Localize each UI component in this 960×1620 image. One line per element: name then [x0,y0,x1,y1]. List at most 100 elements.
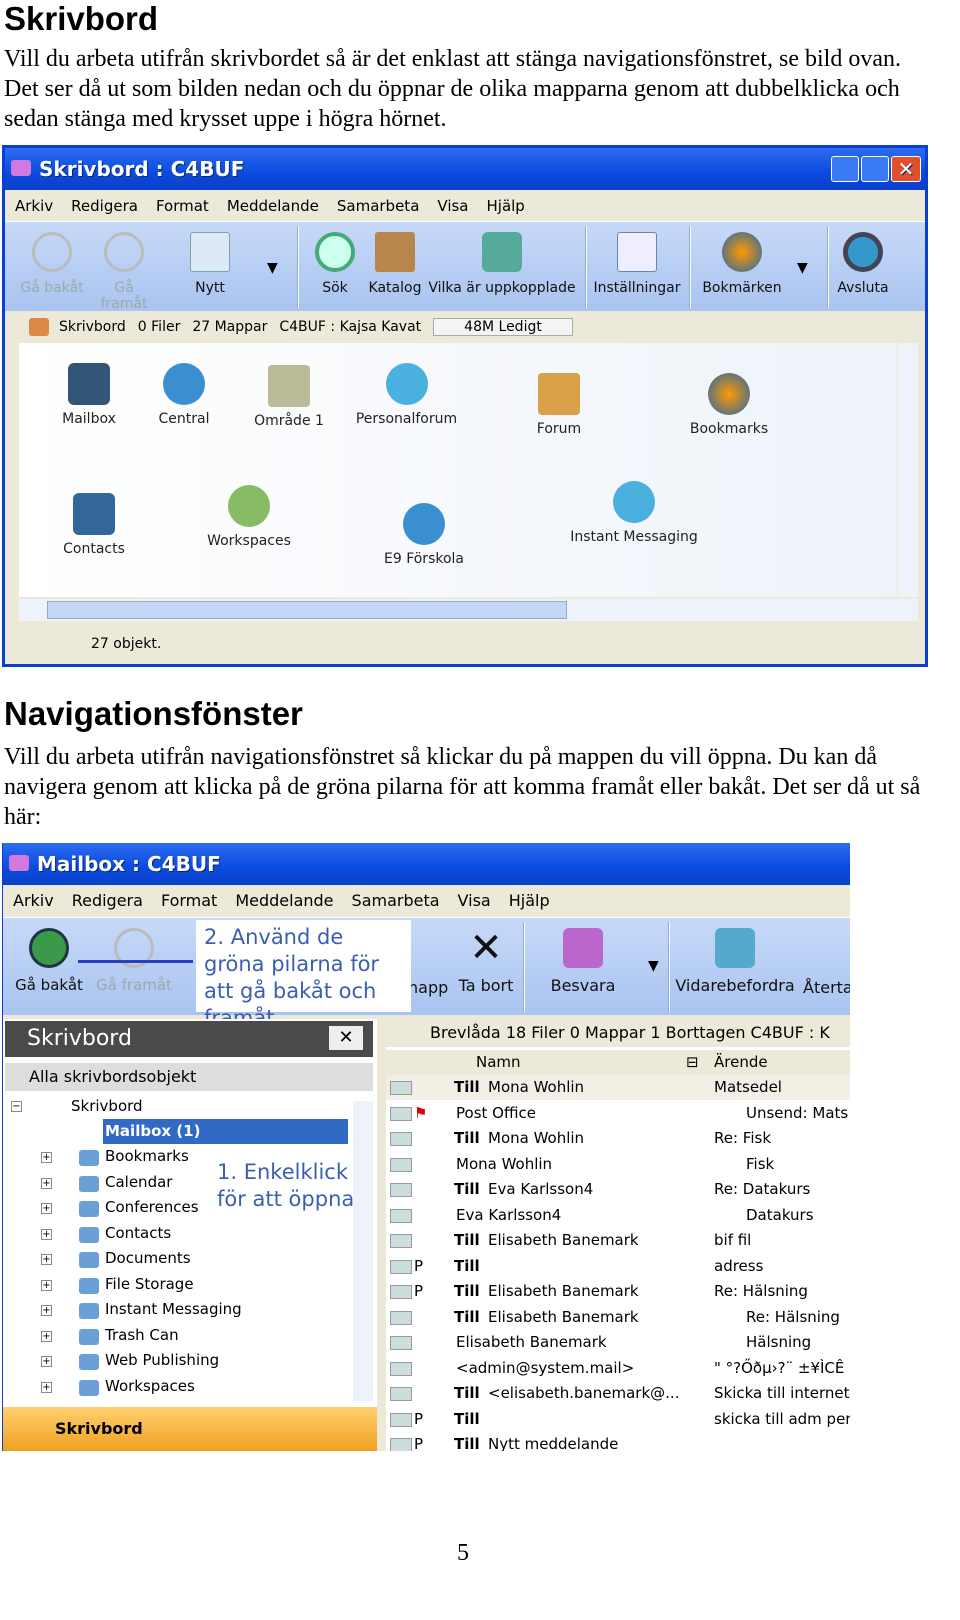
envelope-icon [390,1157,412,1172]
expand-icon[interactable]: + [41,1305,52,1316]
item-workspaces[interactable]: Workspaces [199,485,299,549]
close-button[interactable]: ✕ [891,156,921,182]
expand-icon[interactable]: + [41,1177,52,1189]
bookmarks-dropdown-icon[interactable]: ▼ [797,260,808,276]
menu-meddelande[interactable]: Meddelande [235,891,333,910]
column-name[interactable]: Namn [476,1053,521,1071]
back-button[interactable]: Gå bakåt [9,928,89,994]
item-forum[interactable]: Forum [519,373,599,437]
item-omrade1[interactable]: Område 1 [244,365,334,429]
mail-row[interactable]: P Till Nytt meddelande [386,1432,850,1451]
folder-icon [79,1175,99,1192]
new-button[interactable]: Nytt [180,232,240,296]
recall-button[interactable]: Återta [803,978,850,997]
menu-samarbeta[interactable]: Samarbeta [337,197,420,215]
settings-button[interactable]: Inställningar [593,232,681,296]
mail-row[interactable]: Till Mona Wohlin Re: Fisk [386,1126,850,1151]
minimize-button[interactable] [831,156,859,182]
mailbox-header: Brevlåda 18 Filer 0 Mappar 1 Borttagen C… [386,1019,850,1047]
online-users-button[interactable]: Vilka är uppkopplade [427,232,577,296]
menu-visa[interactable]: Visa [458,891,491,910]
envelope-icon [390,1412,412,1427]
mail-row[interactable]: Till Elisabeth Banemark bif fil [386,1228,850,1253]
reply-dropdown-icon[interactable]: ▼ [648,958,659,974]
nav-footer[interactable]: Skrivbord [3,1407,377,1451]
mail-row[interactable]: Till Mona Wohlin Matsedel [386,1075,850,1100]
mail-row[interactable]: Eva Karlsson4 Datakurs [386,1203,850,1228]
mail-row[interactable]: <admin@system.mail> " °?Őðµ›?¨ ±¥ÌCÊ [386,1356,850,1381]
folder-icon [79,1252,99,1268]
maximize-button[interactable] [861,156,889,182]
new-dropdown-icon[interactable]: ▼ [267,260,278,276]
mail-row[interactable]: Till Eva Karlsson4 Re: Datakurs [386,1177,850,1202]
expand-icon[interactable]: + [41,1254,52,1265]
expand-icon[interactable]: + [41,1356,52,1367]
item-instant-messaging[interactable]: Instant Messaging [559,481,709,545]
forward-message-button[interactable]: Vidarebefordra [675,928,795,995]
folder-button[interactable]: napp [408,978,448,997]
menu-meddelande[interactable]: Meddelande [227,197,319,215]
envelope-icon [390,1081,412,1095]
menu-format[interactable]: Format [161,891,217,910]
vertical-scrollbar[interactable] [898,343,918,597]
expand-icon[interactable]: + [41,1381,52,1393]
menu-redigera[interactable]: Redigera [72,891,143,910]
column-subject[interactable]: Ärende [714,1053,768,1071]
menu-visa[interactable]: Visa [437,197,468,215]
mail-row[interactable]: P Till adress [386,1254,850,1279]
mail-row[interactable]: Till Elisabeth Banemark Re: Hälsning [386,1305,850,1330]
menu-redigera[interactable]: Redigera [71,197,138,215]
envelope-icon [390,1387,412,1401]
reply-button[interactable]: Besvara [538,928,628,995]
desktop-icon [29,318,49,336]
expand-icon[interactable]: + [41,1330,52,1342]
menu-format[interactable]: Format [156,197,209,215]
menu-arkiv[interactable]: Arkiv [13,891,54,910]
online-user-icon [482,232,522,272]
item-contacts[interactable]: Contacts [49,493,139,557]
green-back-arrow-icon [29,928,69,968]
callout-arrow-line [78,960,193,963]
scroll-thumb[interactable] [47,601,567,619]
item-bookmarks[interactable]: Bookmarks [684,373,774,437]
expand-icon[interactable]: + [41,1279,52,1291]
horizontal-scrollbar[interactable] [19,599,918,621]
mail-row[interactable]: Mona Wohlin Fisk [386,1152,850,1177]
delete-button[interactable]: ✕ Ta bort [451,928,521,995]
menu-bar: Arkiv Redigera Format Meddelande Samarbe… [5,192,925,220]
collapse-icon: ⊟ [686,1053,699,1071]
catalog-button[interactable]: Katalog [365,232,425,296]
expand-icon[interactable]: + [41,1228,52,1240]
mail-list: Brevlåda 18 Filer 0 Mappar 1 Borttagen C… [386,1019,850,1451]
nav-scrollbar[interactable] [353,1101,373,1401]
title-bar: Mailbox : C4BUF [3,843,850,885]
quit-button[interactable]: Avsluta [833,232,893,296]
item-e9-forskola[interactable]: E9 Förskola [374,503,474,567]
expand-icon[interactable]: + [41,1152,52,1163]
close-nav-button[interactable]: ✕ [329,1026,363,1050]
item-central[interactable]: Central [144,363,224,427]
menu-arkiv[interactable]: Arkiv [15,197,53,215]
tree-item-mailbox-selected[interactable]: Mailbox (1) [103,1119,348,1144]
flag-icon: P [414,1409,424,1428]
forward-button[interactable]: Gå framåt [89,232,159,312]
envelope-icon [390,1234,412,1248]
mail-row[interactable]: P Till Elisabeth Banemark Re: Hälsning [386,1279,850,1304]
address-bar: Skrivbord 0 Filer 27 Mappar C4BUF : Kajs… [19,314,911,340]
address-free: 48M Ledigt [433,318,573,336]
mail-row[interactable]: ⚑ Post Office Unsend: Mats [386,1101,850,1126]
menu-samarbeta[interactable]: Samarbeta [352,891,440,910]
window-title: Mailbox : C4BUF [37,852,221,876]
red-flag-icon: ⚑ [414,1103,428,1122]
mail-row[interactable]: Elisabeth Banemark Hälsning [386,1330,850,1355]
mail-row[interactable]: P Till skicka till adm per [386,1407,850,1432]
back-button[interactable]: Gå bakåt [17,232,87,296]
search-button[interactable]: Sök [310,232,360,296]
mail-row[interactable]: Till <elisabeth.banemark@... Skicka till i… [386,1381,850,1406]
menu-hjalp[interactable]: Hjälp [487,197,525,215]
item-mailbox[interactable]: Mailbox [49,363,129,427]
item-personalforum[interactable]: Personalforum [349,363,464,427]
bookmarks-button[interactable]: Bokmärken [697,232,787,296]
menu-hjalp[interactable]: Hjälp [509,891,550,910]
expand-icon[interactable]: + [41,1203,52,1214]
